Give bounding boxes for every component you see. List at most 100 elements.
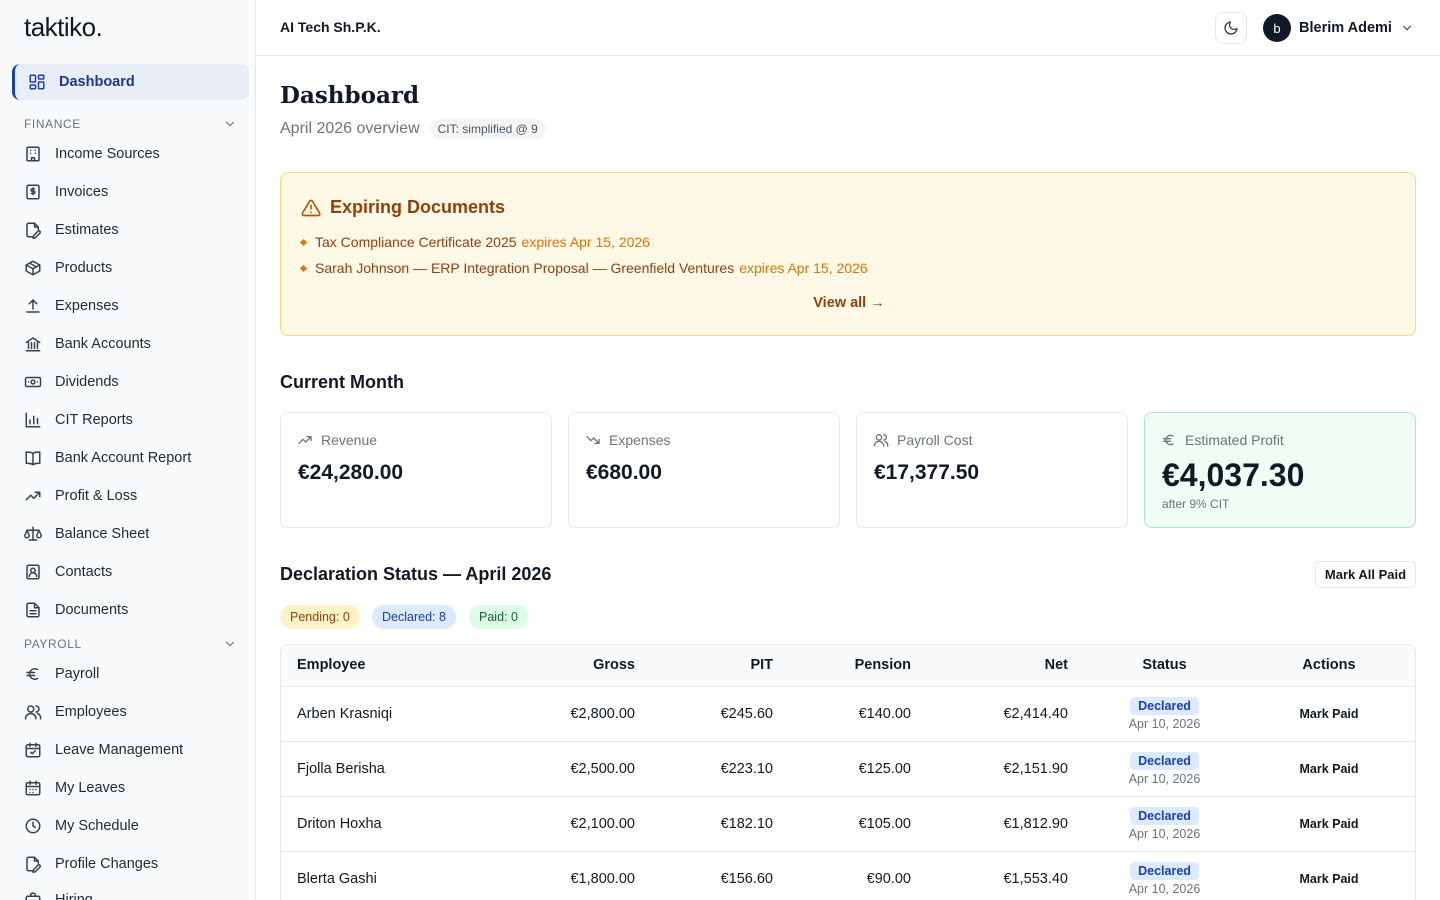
- document-name: Tax Compliance Certificate 2025: [315, 234, 517, 250]
- pit-cell: €182.10: [635, 796, 773, 852]
- alert-header: Expiring Documents: [301, 197, 505, 218]
- expiring-document-item[interactable]: Sarah Johnson — ERP Integration Proposal…: [299, 260, 868, 276]
- mark-paid-button[interactable]: Mark Paid: [1299, 762, 1358, 776]
- sidebar-item-products[interactable]: Products: [24, 252, 249, 284]
- actions-cell: Mark Paid: [1261, 796, 1415, 852]
- card-header: Expenses: [585, 432, 670, 448]
- column-header-pit[interactable]: PIT: [635, 645, 773, 687]
- chevron-down-icon: [1402, 25, 1412, 31]
- building-icon: [26, 146, 40, 162]
- document-expiry: expires Apr 15, 2026: [521, 234, 650, 250]
- avatar: b: [1263, 14, 1291, 42]
- column-header-gross[interactable]: Gross: [481, 645, 635, 687]
- sidebar-item-label: Estimates: [55, 222, 119, 238]
- paid-count-badge: Paid: 0: [469, 605, 528, 629]
- card-label: Expenses: [609, 432, 671, 448]
- sidebar-item-hiring[interactable]: Hiring: [24, 884, 249, 900]
- sidebar-item-label: Balance Sheet: [55, 526, 150, 542]
- sidebar-item-cit-reports[interactable]: CIT Reports: [24, 404, 249, 436]
- sidebar-item-payroll[interactable]: Payroll: [24, 658, 249, 690]
- sidebar-item-documents[interactable]: Documents: [24, 594, 249, 626]
- chevron-down-icon: [225, 641, 235, 647]
- mark-all-paid-button[interactable]: Mark All Paid: [1315, 561, 1416, 588]
- card-note: after 9% CIT: [1162, 497, 1230, 511]
- bar-chart-icon: [25, 412, 41, 428]
- user-menu[interactable]: b Blerim Ademi: [1263, 14, 1414, 42]
- column-header-status[interactable]: Status: [1068, 645, 1261, 687]
- sidebar-item-my-leaves[interactable]: My Leaves: [24, 772, 249, 804]
- card-label: Payroll Cost: [897, 432, 973, 448]
- chevron-down-icon: [225, 121, 235, 127]
- section-label: PAYROLL: [24, 637, 82, 651]
- gross-cell: €2,800.00: [481, 686, 635, 742]
- package-icon: [25, 260, 41, 276]
- mark-paid-button[interactable]: Mark Paid: [1299, 707, 1358, 721]
- users-icon: [24, 705, 42, 720]
- sidebar-item-label: CIT Reports: [55, 412, 133, 428]
- view-all-link[interactable]: View all →: [281, 295, 1417, 311]
- sidebar-item-my-schedule[interactable]: My Schedule: [24, 810, 249, 842]
- column-header-pension[interactable]: Pension: [773, 645, 911, 687]
- contact-icon: [26, 564, 40, 580]
- bullet-icon: [299, 264, 308, 272]
- sidebar-item-profit-loss[interactable]: Profit & Loss: [24, 480, 249, 512]
- sidebar-item-profile-changes[interactable]: Profile Changes: [24, 848, 249, 880]
- mark-paid-button[interactable]: Mark Paid: [1299, 872, 1358, 886]
- column-header-net[interactable]: Net: [911, 645, 1068, 687]
- moon-icon: [1224, 21, 1238, 35]
- gross-cell: €1,800.00: [481, 851, 635, 900]
- sidebar-item-label: Employees: [55, 704, 127, 720]
- alert-title: Expiring Documents: [330, 197, 506, 217]
- expenses-card: Expenses €680.00: [568, 412, 840, 528]
- sidebar-item-dividends[interactable]: Dividends: [24, 366, 249, 398]
- users-icon: [873, 434, 889, 447]
- pension-cell: €125.00: [773, 741, 911, 797]
- table-row: Driton Hoxha €2,100.00 €182.10 €105.00 €…: [281, 796, 1415, 852]
- sidebar-item-employees[interactable]: Employees: [24, 696, 249, 728]
- sidebar-item-income-sources[interactable]: Income Sources: [24, 138, 249, 170]
- company-name[interactable]: AI Tech Sh.P.K.: [280, 19, 381, 35]
- sidebar-item-contacts[interactable]: Contacts: [24, 556, 249, 588]
- sidebar-item-bank-accounts[interactable]: Bank Accounts: [24, 328, 249, 360]
- top-bar: AI Tech Sh.P.K. b Blerim Ademi: [256, 0, 1440, 56]
- sidebar-section-finance[interactable]: FINANCE: [24, 114, 237, 134]
- sidebar-item-estimates[interactable]: Estimates: [24, 214, 249, 246]
- page-title: Dashboard: [280, 82, 420, 109]
- sidebar-section-payroll[interactable]: PAYROLL: [24, 634, 237, 654]
- upload-icon: [26, 299, 40, 313]
- sidebar-item-bank-account-report[interactable]: Bank Account Report: [24, 442, 249, 474]
- book-icon: [25, 451, 41, 466]
- euro-icon: [1163, 434, 1174, 446]
- actions-cell: Mark Paid: [1261, 686, 1415, 742]
- status-badge: Declared: [1130, 806, 1199, 825]
- status-date: Apr 10, 2026: [1128, 716, 1201, 731]
- scale-icon: [24, 526, 42, 541]
- pit-cell: €245.60: [635, 686, 773, 742]
- column-header-actions: Actions: [1261, 645, 1415, 687]
- mark-paid-button[interactable]: Mark Paid: [1299, 817, 1358, 831]
- sidebar-item-expenses[interactable]: Expenses: [24, 290, 249, 322]
- theme-toggle-button[interactable]: [1215, 12, 1247, 44]
- sidebar-item-invoices[interactable]: Invoices: [24, 176, 249, 208]
- actions-cell: Mark Paid: [1261, 741, 1415, 797]
- card-label: Estimated Profit: [1185, 432, 1284, 448]
- estimated-profit-card: Estimated Profit €4,037.30 after 9% CIT: [1144, 412, 1416, 528]
- sidebar-item-label: Payroll: [55, 666, 100, 682]
- briefcase-icon: [25, 892, 41, 900]
- sidebar-item-label: Bank Accounts: [55, 336, 151, 352]
- sidebar-item-label: Invoices: [55, 184, 109, 200]
- card-value: €4,037.30: [1162, 457, 1305, 493]
- pension-cell: €90.00: [773, 851, 911, 900]
- document-name: Sarah Johnson — ERP Integration Proposal…: [315, 260, 735, 276]
- status-cell: Declared Apr 10, 2026: [1068, 686, 1261, 742]
- card-header: Payroll Cost: [873, 432, 972, 448]
- column-header-employee[interactable]: Employee: [281, 645, 481, 687]
- net-cell: €1,812.90: [911, 796, 1068, 852]
- sidebar-item-label: Bank Account Report: [55, 450, 192, 466]
- app-logo[interactable]: taktiko.: [24, 12, 103, 43]
- sidebar-item-dashboard[interactable]: Dashboard: [12, 64, 249, 100]
- sidebar-item-balance-sheet[interactable]: Balance Sheet: [24, 518, 249, 550]
- sidebar-item-leave-management[interactable]: Leave Management: [24, 734, 249, 766]
- expiring-document-item[interactable]: Tax Compliance Certificate 2025 expires …: [299, 234, 650, 250]
- status-badge: Declared: [1130, 861, 1199, 880]
